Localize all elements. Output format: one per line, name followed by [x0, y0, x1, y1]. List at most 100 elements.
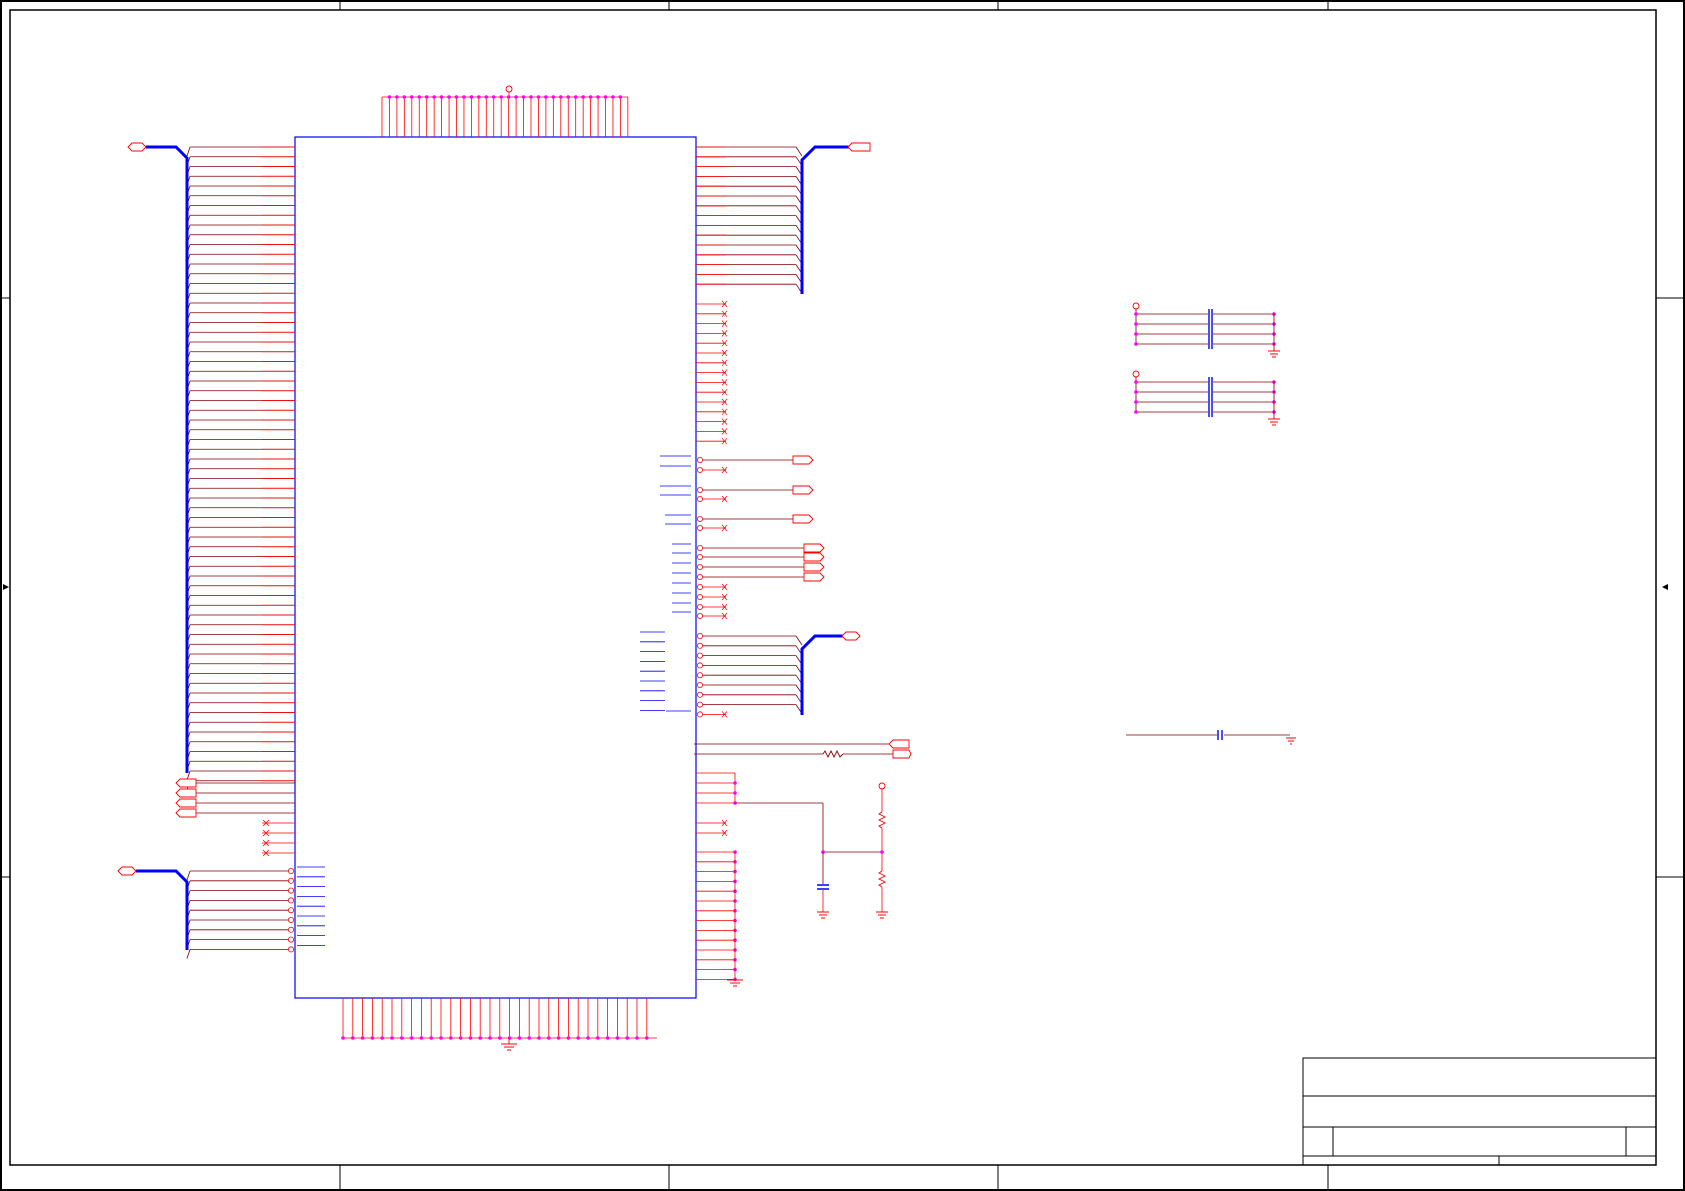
clock-port — [888, 739, 910, 749]
junction-dot — [596, 95, 600, 99]
pin-dot — [697, 711, 704, 718]
power-terminal — [1132, 302, 1140, 310]
junction-dot — [402, 95, 407, 99]
junction-dot — [507, 1036, 512, 1040]
junction-dot — [439, 95, 444, 99]
capacitor — [1208, 387, 1213, 397]
right-pin-group — [640, 146, 893, 987]
junction-dot — [1134, 410, 1138, 414]
pin-dot — [287, 917, 294, 924]
junction-dot — [551, 95, 556, 99]
pin-dot — [697, 564, 704, 571]
junction-dot — [618, 95, 623, 99]
junction-dot — [521, 95, 526, 99]
series-resistor — [822, 749, 844, 759]
junction-dot — [462, 95, 466, 99]
clock-port — [892, 749, 912, 759]
capacitor — [1208, 309, 1213, 319]
left-bottom-pin-group — [186, 866, 325, 959]
resistor — [877, 811, 887, 829]
junction-dot — [447, 95, 451, 99]
bus-entry — [795, 146, 803, 157]
junction-dot — [498, 1036, 502, 1040]
ground-symbol — [501, 1038, 517, 1051]
ic-body — [294, 136, 697, 999]
pin-dot — [697, 456, 704, 463]
junction-dot — [429, 1036, 434, 1040]
junction-dot — [537, 1036, 541, 1040]
junction-dot — [439, 1036, 443, 1040]
output-port — [803, 552, 825, 562]
pin-dot — [697, 662, 704, 669]
output-port — [792, 455, 814, 465]
junction-dot — [529, 95, 533, 99]
junction-dot — [603, 95, 608, 99]
junction-dot — [1134, 342, 1138, 346]
output-port — [792, 485, 814, 495]
pin-dot — [287, 926, 294, 933]
pin-dot — [697, 554, 704, 561]
junction-dot — [469, 95, 474, 99]
junction-dot — [576, 1036, 580, 1040]
junction-dot — [1134, 322, 1138, 326]
pin-dot — [697, 584, 704, 591]
junction-dot — [880, 850, 884, 854]
passive-components — [817, 302, 1296, 919]
pin-dot — [697, 516, 704, 523]
junction-dot — [409, 1036, 414, 1040]
ground-symbol — [817, 911, 829, 919]
ground-symbol — [1286, 737, 1296, 745]
pin-dot — [287, 907, 294, 914]
junction-dot — [370, 1036, 375, 1040]
capacitor — [1208, 377, 1213, 387]
junction-dot — [615, 1036, 620, 1040]
capacitor — [1208, 397, 1213, 407]
junction-dot — [514, 95, 518, 99]
junction-dot — [395, 95, 399, 99]
junction-dot — [581, 95, 585, 99]
pin-dot — [287, 887, 294, 894]
junction-dot — [566, 1036, 571, 1040]
junction-dot — [432, 95, 436, 99]
junction-dot — [341, 1036, 345, 1040]
pin-dot — [697, 466, 704, 473]
pin-dot — [697, 613, 704, 620]
junction-dot — [390, 1036, 394, 1040]
junction-dot — [559, 95, 563, 99]
junction-dot — [588, 95, 593, 99]
junction-dot — [605, 1036, 610, 1040]
junction-dot — [454, 95, 459, 99]
left-signal-port — [175, 798, 197, 808]
junction-dot — [645, 1036, 649, 1040]
bus-port-right-top — [847, 142, 871, 152]
junction-dot — [410, 95, 414, 99]
output-port — [803, 543, 825, 553]
junction-dot — [611, 95, 615, 99]
junction-dot — [1134, 332, 1138, 336]
capacitor — [1208, 339, 1213, 349]
pin-dot — [697, 604, 704, 611]
pin-dot — [697, 594, 704, 601]
junction-dot — [491, 95, 496, 99]
bus-group — [136, 145, 852, 950]
junction-dot — [733, 781, 737, 785]
ground-symbol — [876, 911, 888, 919]
top-pin-group — [381, 85, 629, 137]
pin-dot — [697, 486, 704, 493]
bus-port-left-bottom — [117, 866, 137, 876]
junction-dot — [556, 1036, 561, 1040]
power-terminal — [878, 782, 886, 790]
bus-port-left-top — [127, 142, 147, 152]
junction-dot — [1134, 400, 1138, 404]
ground-symbol — [1268, 418, 1280, 426]
junction-dot — [547, 1036, 551, 1040]
junction-dot — [573, 95, 578, 99]
capacitor — [1208, 329, 1213, 339]
left-signal-port — [175, 808, 197, 818]
power-terminal — [1132, 370, 1140, 378]
left-signal-port — [175, 788, 197, 798]
junction-dot — [351, 1036, 355, 1040]
junction-dot — [566, 95, 571, 99]
junction-dot — [544, 95, 548, 99]
pin-dot — [697, 672, 704, 679]
